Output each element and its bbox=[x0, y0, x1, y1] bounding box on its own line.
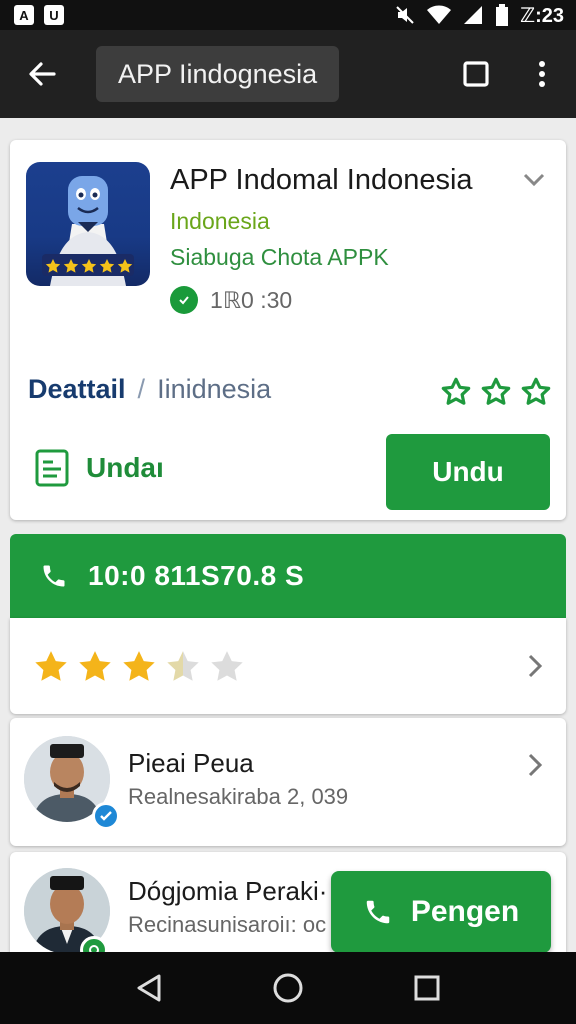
meta-text: 1ℝ0 :30 bbox=[210, 286, 293, 313]
square-icon bbox=[463, 61, 489, 87]
info-badge-icon bbox=[170, 286, 198, 314]
more-button[interactable] bbox=[522, 48, 562, 100]
breadcrumb-secondary[interactable]: Iinidnesia bbox=[157, 374, 271, 405]
arrow-left-icon bbox=[29, 62, 56, 86]
breadcrumb-primary[interactable]: Deattail bbox=[28, 374, 126, 405]
back-button[interactable] bbox=[16, 48, 68, 100]
document-icon bbox=[35, 449, 69, 487]
undai-label: Undaı bbox=[86, 452, 164, 483]
phone-icon bbox=[43, 565, 65, 587]
meta-row: 1ℝ0 :30 bbox=[170, 286, 292, 314]
window-button[interactable] bbox=[456, 48, 496, 100]
nav-recents-button[interactable] bbox=[403, 964, 451, 1012]
signal-icon bbox=[464, 6, 482, 24]
person-subtitle: Recinasunisaroiı: oc bbox=[128, 912, 327, 937]
home-circle-icon bbox=[273, 973, 303, 1003]
undai-link[interactable]: Undaı bbox=[34, 448, 164, 488]
phone-icon bbox=[366, 900, 390, 924]
person-subtitle: Realnesakiraba 2, 039 bbox=[128, 784, 349, 809]
person-name: Pieai Peua bbox=[128, 748, 254, 778]
breadcrumb-separator: / bbox=[137, 374, 146, 404]
undu-button[interactable]: Undu bbox=[386, 434, 550, 510]
wifi-icon bbox=[427, 5, 451, 24]
recents-square-icon bbox=[414, 975, 440, 1001]
pengen-call-button[interactable]: Pengen bbox=[331, 871, 551, 953]
battery-icon bbox=[496, 4, 508, 26]
status-bar: A U ℤ:23 bbox=[0, 0, 576, 30]
navigation-bar bbox=[0, 952, 576, 1024]
app-info-card: APP Indomal Indonesia Indonesia Siabuga … bbox=[10, 140, 566, 520]
star-filled-icon bbox=[35, 651, 67, 681]
page-title: APP Iindognesia bbox=[118, 58, 318, 89]
clock: ℤ:23 bbox=[520, 4, 564, 27]
chevron-right-icon bbox=[520, 651, 550, 681]
star-empty-icon bbox=[211, 651, 243, 681]
star-outline-icon bbox=[521, 377, 551, 405]
chevron-down-icon bbox=[523, 173, 545, 187]
star-filled-icon bbox=[79, 651, 111, 681]
image-notification-icon: A bbox=[14, 5, 34, 25]
star-outline-group[interactable] bbox=[440, 376, 552, 408]
star-rating bbox=[32, 648, 246, 686]
phone-number: 10:0 811S70.8 S bbox=[88, 560, 305, 591]
app-country[interactable]: Indonesia bbox=[170, 208, 270, 235]
more-vert-icon bbox=[539, 61, 545, 87]
phone-call-bar[interactable]: 10:0 811S70.8 S bbox=[10, 534, 566, 618]
app-developer[interactable]: Siabuga Chota APPK bbox=[170, 244, 389, 271]
star-filled-icon bbox=[123, 651, 155, 681]
title-field[interactable]: APP Iindognesia bbox=[96, 46, 340, 102]
verified-icon bbox=[92, 802, 120, 830]
star-outline-icon bbox=[481, 377, 511, 405]
app-name: APP Indomal Indonesia bbox=[170, 164, 473, 196]
expand-button[interactable] bbox=[516, 162, 552, 198]
pengen-label: Pengen bbox=[410, 895, 520, 928]
back-triangle-icon bbox=[137, 974, 161, 1002]
nav-home-button[interactable] bbox=[264, 964, 312, 1012]
chevron-right-icon bbox=[520, 750, 550, 780]
breadcrumb: Deattail / Iinidnesia bbox=[28, 374, 271, 405]
star-half-icon bbox=[167, 651, 199, 681]
list-item[interactable]: Pieai Peua Realnesakiraba 2, 039 bbox=[10, 718, 566, 846]
app-logo bbox=[26, 162, 150, 286]
mute-icon bbox=[396, 6, 414, 24]
storage-notification-icon: U bbox=[44, 5, 64, 25]
star-outline-icon bbox=[441, 377, 471, 405]
person-name: Dógjomia Peraki· bbox=[128, 876, 328, 906]
rating-row[interactable] bbox=[10, 618, 566, 714]
nav-back-button[interactable] bbox=[125, 964, 173, 1012]
app-bar: APP Iindognesia bbox=[0, 30, 576, 118]
